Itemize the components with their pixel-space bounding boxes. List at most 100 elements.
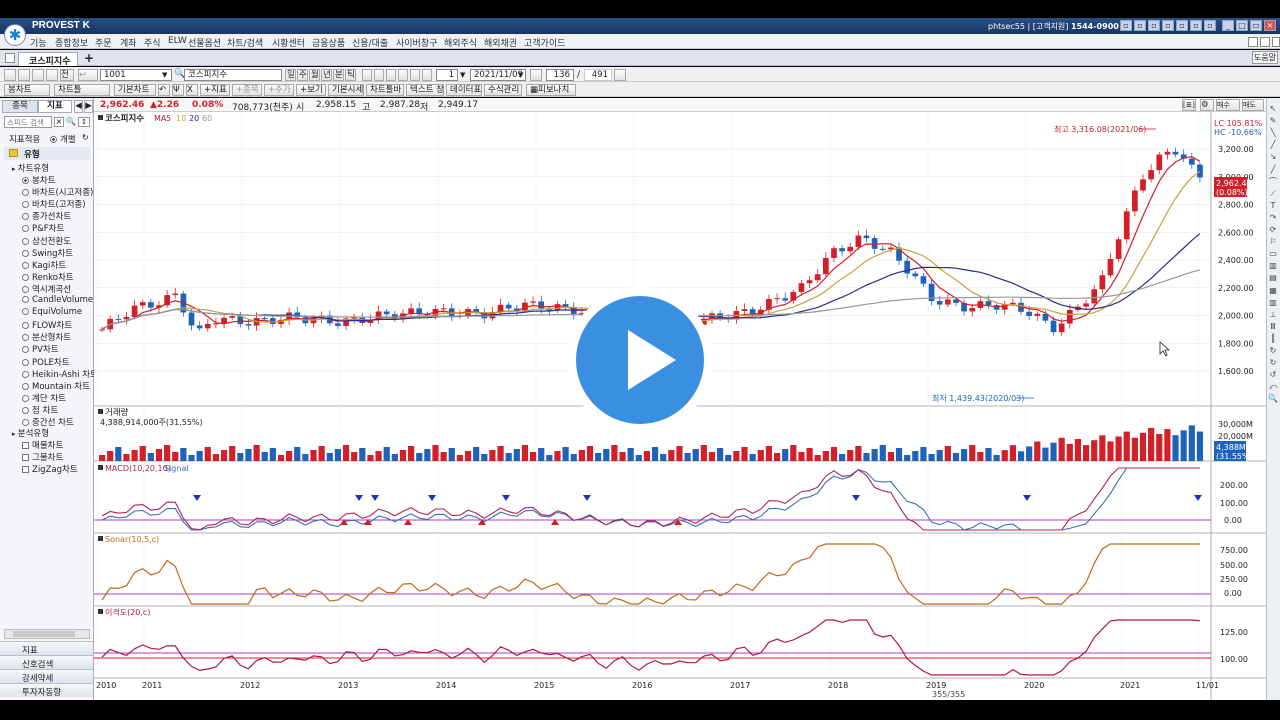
refresh-icon[interactable]: [614, 69, 626, 81]
chart-type-item[interactable]: 봉차트: [22, 174, 55, 186]
chart-frame-button[interactable]: 차트틀: [54, 84, 110, 96]
maximize-icon[interactable]: □: [1236, 20, 1248, 31]
drawing-tool-icon[interactable]: ⟋: [1268, 189, 1278, 198]
layout-icon[interactable]: [4, 69, 16, 81]
tab-indicator[interactable]: 지표: [38, 100, 72, 113]
table-icon[interactable]: [46, 69, 58, 81]
window-mode-4-button[interactable]: ▫: [1162, 20, 1174, 31]
drawing-tool-icon[interactable]: 🔍: [1268, 394, 1278, 403]
chart-type-item[interactable]: 점 차트: [22, 404, 58, 416]
basic-chart-button[interactable]: 기본차트: [114, 84, 156, 96]
tab-menu-icon[interactable]: [5, 53, 15, 63]
window-mode-6-button[interactable]: ▫: [1190, 20, 1202, 31]
speed-search-input[interactable]: [4, 116, 52, 128]
buy-button[interactable]: 매수: [1216, 99, 1240, 111]
calendar-dropdown-icon[interactable]: ▼: [518, 71, 523, 79]
add-indicator-button[interactable]: +지표: [200, 84, 230, 96]
menu-item[interactable]: 사이버창구: [396, 36, 437, 49]
text-window-button[interactable]: 텍스트 창: [406, 84, 444, 96]
menu-item[interactable]: 주식: [144, 36, 161, 49]
minimize-icon[interactable]: _: [1222, 20, 1234, 31]
window-mode-7-button[interactable]: ▫: [1204, 20, 1216, 31]
window-icon[interactable]: [32, 69, 44, 81]
apply-refresh-icon[interactable]: ↻: [82, 133, 89, 142]
drawing-tool-icon[interactable]: T: [1268, 201, 1278, 210]
search-icon[interactable]: 🔍: [66, 117, 76, 127]
drawing-tool-icon[interactable]: ⤺: [1268, 382, 1278, 391]
period-6-button[interactable]: [422, 69, 432, 81]
chart-type-button[interactable]: 봉차트: [4, 84, 50, 96]
chart-type-item[interactable]: EquiVolume: [22, 307, 82, 317]
drawing-tool-icon[interactable]: ↻: [1268, 346, 1278, 355]
mdi-tile-icon[interactable]: [1260, 37, 1270, 47]
chart-type-item[interactable]: Renko차트: [22, 271, 74, 283]
count-input[interactable]: 1: [436, 69, 458, 81]
section-analysis-types[interactable]: ▸ 분석유형: [12, 427, 49, 439]
menu-item[interactable]: 기능: [30, 36, 47, 49]
drawing-tool-icon[interactable]: ▥: [1268, 298, 1278, 307]
view-button[interactable]: +보기: [296, 84, 326, 96]
drawing-tool-icon[interactable]: ⟳: [1268, 225, 1278, 234]
add-tab-button[interactable]: +: [84, 51, 94, 65]
window-mode-2-button[interactable]: ▫: [1134, 20, 1146, 31]
chevron-down-icon[interactable]: ▼: [162, 71, 167, 79]
video-play-button[interactable]: [567, 287, 713, 433]
drawing-tool-icon[interactable]: ↘: [1268, 152, 1278, 161]
tab-prev-icon[interactable]: ◀: [74, 100, 83, 113]
basic-quote-button[interactable]: 기본시세: [328, 84, 364, 96]
drawing-tool-icon[interactable]: Ⅲ: [1268, 322, 1278, 331]
analysis-type-item[interactable]: 매물차트: [22, 439, 63, 451]
menu-item[interactable]: 해외주식: [444, 36, 477, 49]
sell-button[interactable]: 매도: [1242, 99, 1264, 111]
chart-type-item[interactable]: 분산형차트: [22, 331, 71, 343]
chart-type-item[interactable]: CandleVolume: [22, 295, 93, 305]
drawing-tool-icon[interactable]: ✎: [1268, 116, 1278, 125]
chart-type-item[interactable]: Kagi차트: [22, 259, 66, 271]
tab-next-icon[interactable]: ▶: [84, 100, 93, 113]
period-day-button[interactable]: 일: [285, 69, 296, 81]
chart-type-item[interactable]: P&F차트: [22, 222, 64, 234]
chart-type-item[interactable]: PV차트: [22, 343, 59, 355]
drawing-tool-icon[interactable]: ▥: [1268, 261, 1278, 270]
bottom-tab-investor[interactable]: 투자자동향: [0, 683, 93, 698]
menu-item[interactable]: 시황센터: [272, 36, 305, 49]
menu-item[interactable]: 신용/대출: [352, 36, 388, 49]
menu-item[interactable]: 해외채권: [484, 36, 517, 49]
close-icon[interactable]: ×: [1264, 20, 1276, 31]
chart-type-item[interactable]: Heikin-Ashi 차트: [22, 368, 98, 380]
period-1-button[interactable]: [362, 69, 372, 81]
view-count-input[interactable]: 136: [546, 69, 574, 81]
chart-type-item[interactable]: Swing차트: [22, 247, 73, 259]
bottom-tab-signal-search[interactable]: 신호검색: [0, 655, 93, 670]
sidebar-scrollbar[interactable]: [4, 629, 90, 639]
drawing-tool-icon[interactable]: ▦: [1268, 286, 1278, 295]
data-table-button[interactable]: 데이터표: [446, 84, 482, 96]
drawing-tool-icon[interactable]: ↺: [1268, 370, 1278, 379]
count-dropdown-icon[interactable]: ▼: [460, 71, 465, 79]
bottom-tab-strength[interactable]: 강세약세: [0, 669, 93, 684]
fibonacci-button[interactable]: ▦피보나치: [526, 84, 576, 96]
drawing-tool-icon[interactable]: ⌒: [1268, 177, 1278, 186]
chart-toolbar-button[interactable]: 차트툴바: [366, 84, 404, 96]
period-week-button[interactable]: 주: [297, 69, 308, 81]
drawing-tool-icon[interactable]: ↻: [1268, 358, 1278, 367]
drawing-tool-icon[interactable]: ⟂: [1268, 310, 1278, 319]
drawing-tool-icon[interactable]: ↖: [1268, 104, 1278, 113]
analysis-type-item[interactable]: ZigZag차트: [22, 463, 78, 475]
drawing-tool-icon[interactable]: ║: [1268, 334, 1278, 343]
drawing-tool-icon[interactable]: ▭: [1268, 249, 1278, 258]
stock-type-button[interactable]: ↩: [78, 69, 98, 81]
redo-icon[interactable]: Ψ: [172, 84, 184, 96]
chart-type-item[interactable]: 삼선전환도: [22, 235, 71, 247]
full-icon[interactable]: 전: [60, 69, 74, 81]
window-mode-1-button[interactable]: ▫: [1120, 20, 1132, 31]
mdi-close-icon[interactable]: [1272, 37, 1280, 47]
help-button[interactable]: 도움말: [1252, 51, 1278, 64]
drawing-tool-icon[interactable]: ╲: [1268, 128, 1278, 137]
period-minute-button[interactable]: 분: [333, 69, 344, 81]
chart-type-item[interactable]: 역시계곡선: [22, 283, 71, 295]
menu-item[interactable]: 종합정보: [55, 36, 88, 49]
chart-type-item[interactable]: 바차트(시고저종): [22, 186, 93, 198]
drawing-tool-icon[interactable]: ▤: [1268, 273, 1278, 282]
tab-stock[interactable]: 종목: [2, 100, 38, 113]
